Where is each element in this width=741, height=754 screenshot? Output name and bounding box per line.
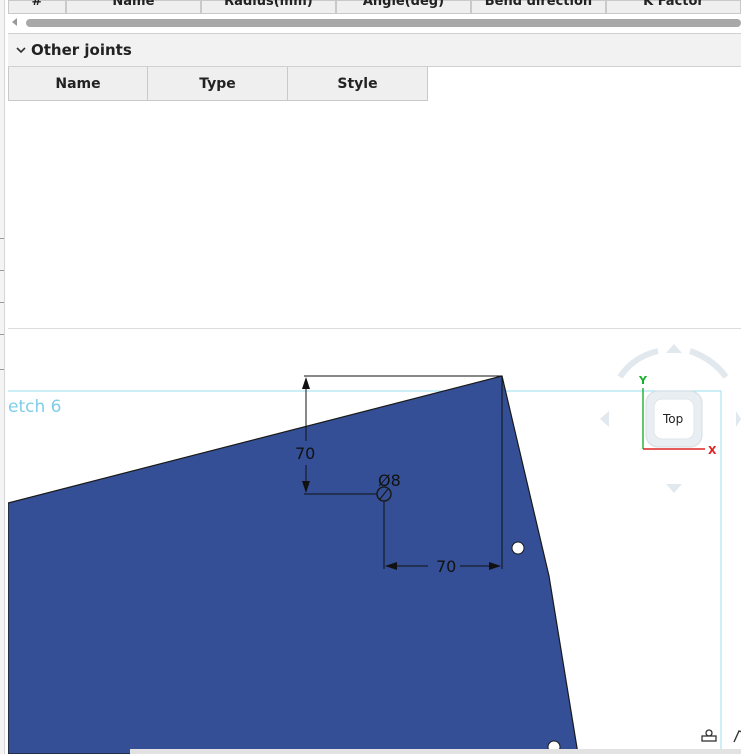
section-title: Other joints <box>31 41 132 59</box>
measure-icon[interactable] <box>700 727 718 745</box>
left-tick <box>0 334 4 335</box>
left-tick <box>0 302 4 303</box>
left-tick <box>0 238 4 239</box>
left-tick <box>0 369 4 370</box>
col-header-style[interactable]: Style <box>288 67 428 101</box>
col-header-type[interactable]: Type <box>148 67 288 101</box>
view-cube-arrow-left[interactable] <box>600 411 609 427</box>
col-header-bend-direction[interactable]: Bend direction <box>470 0 606 14</box>
view-cube-arrow-right[interactable] <box>736 411 741 427</box>
other-joints-table-header: Name Type Style <box>8 67 428 101</box>
view-cube[interactable]: Top Y X <box>600 344 741 493</box>
bends-table-header: # Name Radius(mm) Angle(deg) Bend direct… <box>8 0 741 14</box>
bottom-status-bar <box>130 749 741 754</box>
col-header-name[interactable]: Name <box>8 67 148 101</box>
col-header-index[interactable]: # <box>8 0 66 14</box>
horizontal-scrollbar[interactable] <box>8 14 741 32</box>
left-panel-edge <box>0 0 5 754</box>
scroll-thumb[interactable] <box>26 19 741 27</box>
sketch-label[interactable]: etch 6 <box>8 397 61 417</box>
scroll-left-icon[interactable] <box>12 18 17 26</box>
col-header-radius[interactable]: Radius(mm) <box>200 0 336 14</box>
viewport-canvas[interactable]: 70 70 Ø8 Top Y X <box>8 329 741 754</box>
chevron-down-icon[interactable] <box>14 43 28 57</box>
left-tick <box>0 270 4 271</box>
dimension-vertical-70[interactable]: 70 <box>295 444 315 463</box>
view-cube-arrows[interactable] <box>688 348 729 379</box>
view-cube-face-label: Top <box>662 412 683 426</box>
arrowhead <box>302 377 310 389</box>
vertex-point[interactable] <box>511 541 525 555</box>
dimension-diameter[interactable]: Ø8 <box>378 471 401 490</box>
display-mode-icon[interactable] <box>731 727 741 745</box>
axis-y-label: Y <box>638 374 648 387</box>
view-cube-arrow-down[interactable] <box>666 484 682 493</box>
col-header-angle[interactable]: Angle(deg) <box>335 0 471 14</box>
axis-x-label: X <box>708 444 717 457</box>
col-header-name[interactable]: Name <box>65 0 201 14</box>
other-joints-header[interactable]: Other joints <box>8 33 741 67</box>
col-header-k-factor[interactable]: K Factor <box>605 0 741 14</box>
graphics-viewport[interactable]: 70 70 Ø8 Top Y X etch 6 <box>8 329 741 754</box>
dimension-horizontal-70[interactable]: 70 <box>436 557 456 576</box>
view-cube-arrow-up[interactable] <box>666 344 682 353</box>
